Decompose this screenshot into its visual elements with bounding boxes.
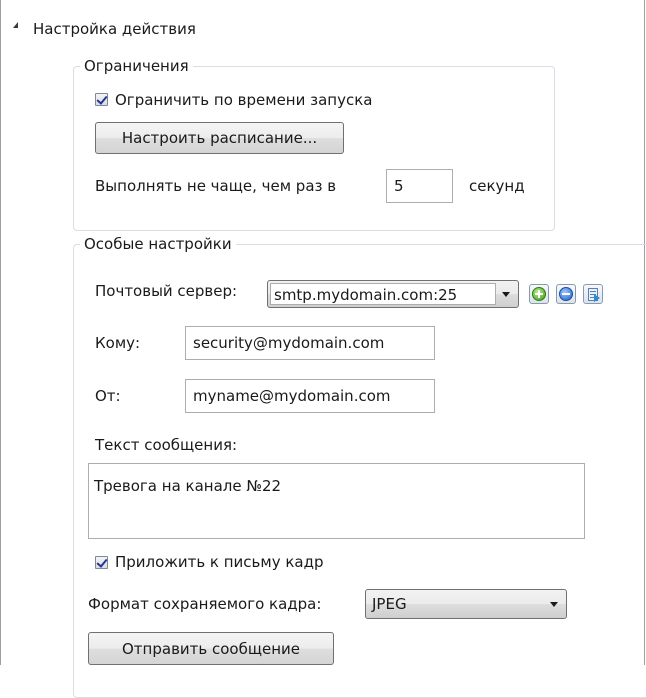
minus-circle-icon	[559, 287, 573, 301]
limit-by-time-label: Ограничить по времени запуска	[115, 91, 373, 109]
limits-legend: Ограничения	[84, 57, 189, 75]
configure-schedule-button[interactable]: Настроить расписание...	[95, 122, 344, 154]
frame-format-combobox[interactable]: JPEG	[365, 589, 567, 619]
frequency-seconds-input[interactable]	[386, 169, 453, 203]
message-text-label: Текст сообщения:	[95, 436, 238, 454]
mail-server-value[interactable]: smtp.mydomain.com:25	[270, 283, 496, 305]
mail-server-combobox[interactable]: smtp.mydomain.com:25	[267, 280, 519, 308]
from-email-input[interactable]	[185, 379, 435, 413]
from-label: От:	[95, 387, 121, 405]
attach-frame-label: Приложить к письму кадр	[115, 553, 324, 571]
plus-circle-icon	[532, 287, 546, 301]
limit-by-time-checkbox[interactable]	[95, 93, 108, 106]
frame-format-value[interactable]: JPEG	[366, 595, 550, 613]
message-text-area[interactable]: Тревога на канале №22	[88, 463, 585, 539]
to-email-input[interactable]	[185, 326, 435, 360]
chevron-down-icon[interactable]	[550, 601, 558, 607]
special-settings-legend: Особые настройки	[84, 235, 232, 253]
frequency-suffix-label: секунд	[469, 177, 525, 195]
remove-server-button[interactable]	[556, 284, 576, 304]
attach-frame-checkbox[interactable]	[95, 556, 108, 569]
mail-server-label: Почтовый сервер:	[95, 282, 238, 300]
collapse-triangle-icon[interactable]	[13, 22, 18, 28]
edit-server-button[interactable]	[583, 284, 603, 304]
frequency-prefix-label: Выполнять не чаще, чем раз в	[95, 177, 337, 195]
section-title: Настройка действия	[33, 20, 196, 38]
to-label: Кому:	[95, 334, 141, 352]
send-message-button[interactable]: Отправить сообщение	[88, 632, 334, 665]
add-server-button[interactable]	[529, 284, 549, 304]
frame-format-label: Формат сохраняемого кадра:	[88, 595, 322, 613]
chevron-down-icon[interactable]	[502, 291, 510, 297]
window-left-border	[0, 0, 1, 665]
